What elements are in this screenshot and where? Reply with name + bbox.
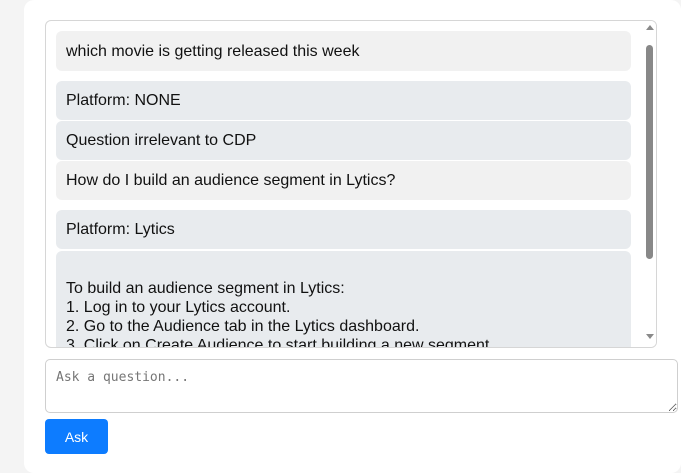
ask-button[interactable]: Ask [45,419,108,454]
chat-history[interactable]: which movie is getting released this wee… [45,20,657,348]
scroll-thumb[interactable] [646,45,653,259]
message-text: To build an audience segment in Lytics: … [66,280,494,348]
message-text: Platform: NONE [66,92,181,109]
message-text: which movie is getting released this wee… [66,43,360,60]
scroll-down-icon[interactable] [646,334,654,339]
message-text: How do I build an audience segment in Ly… [66,172,396,189]
chat-scrollbar[interactable] [643,21,656,347]
message-text: Question irrelevant to CDP [66,132,257,149]
user-message: How do I build an audience segment in Ly… [56,161,631,200]
bot-message: Platform: Lytics [56,210,631,249]
user-message: which movie is getting released this wee… [56,31,631,71]
message-text: Platform: Lytics [66,221,175,238]
bot-message: Question irrelevant to CDP [56,121,631,160]
scroll-up-icon[interactable] [646,25,654,30]
bot-message: To build an audience segment in Lytics: … [56,251,631,348]
chat-card: which movie is getting released this wee… [24,0,681,473]
question-input[interactable] [45,359,678,413]
bot-message: Platform: NONE [56,81,631,120]
message-list: which movie is getting released this wee… [56,31,631,348]
